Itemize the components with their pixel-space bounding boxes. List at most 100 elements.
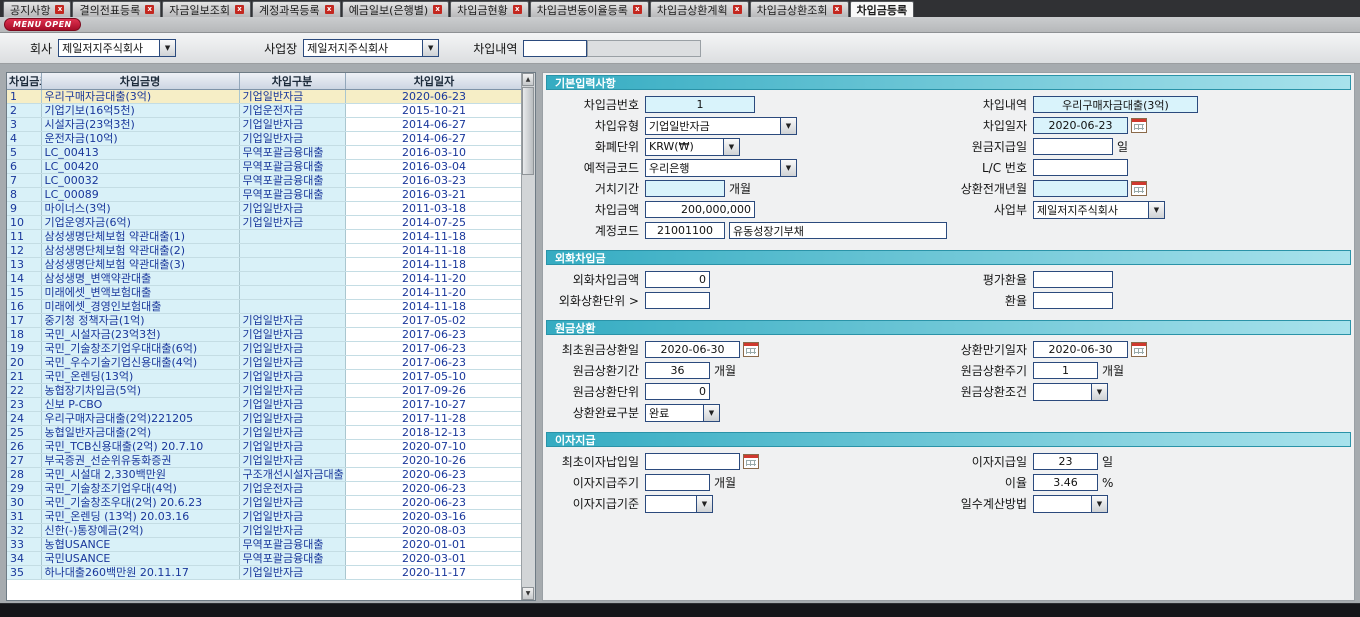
calendar-icon[interactable] bbox=[1131, 342, 1147, 357]
loan-no-field[interactable] bbox=[645, 96, 755, 113]
repay-complete-select[interactable]: 완료▼ bbox=[645, 404, 720, 422]
first-repay-date-field[interactable] bbox=[645, 341, 740, 358]
tab-close-icon[interactable]: x bbox=[633, 5, 642, 14]
chevron-down-icon[interactable]: ▼ bbox=[723, 139, 739, 155]
tab[interactable]: 자금일보조회 x bbox=[162, 1, 251, 17]
plant-select[interactable]: 제일저지주식회사 ▼ bbox=[303, 39, 439, 57]
calendar-icon[interactable] bbox=[1131, 118, 1147, 133]
chevron-down-icon[interactable]: ▼ bbox=[422, 40, 438, 56]
currency-select[interactable]: KRW(₩)▼ bbox=[645, 138, 740, 156]
fx-repay-unit-field[interactable] bbox=[645, 292, 710, 309]
table-row[interactable]: 20 국민_우수기술기업신용대출(4억) 기업일반자금 2017-06-23 bbox=[7, 356, 522, 370]
eval-rate-field[interactable] bbox=[1033, 271, 1113, 288]
account-code-field[interactable] bbox=[645, 222, 725, 239]
table-row[interactable]: 19 국민_기술창조기업우대대출(6억) 기업일반자금 2017-06-23 bbox=[7, 342, 522, 356]
repay-cycle-field[interactable] bbox=[1033, 362, 1098, 379]
maturity-date-field[interactable] bbox=[1033, 341, 1128, 358]
tab[interactable]: 공지사항 x bbox=[3, 1, 71, 17]
exchange-rate-field[interactable] bbox=[1033, 292, 1113, 309]
scroll-up-icon[interactable]: ▲ bbox=[522, 73, 534, 86]
table-row[interactable]: 26 국민_TCB신용대출(2억) 20.7.10 기업일반자금 2020-07… bbox=[7, 440, 522, 454]
table-row[interactable]: 18 국민_시설자금(23억3천) 기업일반자금 2017-06-23 bbox=[7, 328, 522, 342]
table-row[interactable]: 14 삼성생명_변액약관대출 2014-11-20 bbox=[7, 272, 522, 286]
chevron-down-icon[interactable]: ▼ bbox=[696, 496, 712, 512]
grace-period-field[interactable] bbox=[645, 180, 725, 197]
extension-ym-field[interactable] bbox=[1033, 180, 1128, 197]
tab-close-icon[interactable]: x bbox=[145, 5, 154, 14]
menu-open-button[interactable]: MENU OPEN bbox=[4, 18, 81, 31]
tab-close-icon[interactable]: x bbox=[513, 5, 522, 14]
table-row[interactable]: 15 미래에셋_변액보험대출 2014-11-20 bbox=[7, 286, 522, 300]
tab-close-icon[interactable]: x bbox=[55, 5, 64, 14]
repay-unit-field[interactable] bbox=[645, 383, 710, 400]
tab-close-icon[interactable]: x bbox=[833, 5, 842, 14]
table-row[interactable]: 34 국민USANCE 무역포괄금융대출 2020-03-01 bbox=[7, 552, 522, 566]
table-row[interactable]: 30 국민_기술창조우대(2억) 20.6.23 기업일반자금 2020-06-… bbox=[7, 496, 522, 510]
loan-type-select[interactable]: 기업일반자금▼ bbox=[645, 117, 797, 135]
principal-pay-day-field[interactable] bbox=[1033, 138, 1113, 155]
chevron-down-icon[interactable]: ▼ bbox=[1091, 384, 1107, 400]
table-row[interactable]: 10 기업운영자금(6억) 기업일반자금 2014-07-25 bbox=[7, 216, 522, 230]
tab[interactable]: 결의전표등록 x bbox=[72, 1, 161, 17]
tab[interactable]: 예금일보(은행별) x bbox=[342, 1, 449, 17]
calendar-icon[interactable] bbox=[743, 342, 759, 357]
scroll-down-icon[interactable]: ▼ bbox=[522, 587, 534, 600]
table-row[interactable]: 31 국민_온렌딩 (13억) 20.03.16 기업일반자금 2020-03-… bbox=[7, 510, 522, 524]
chevron-down-icon[interactable]: ▼ bbox=[1091, 496, 1107, 512]
repay-period-field[interactable] bbox=[645, 362, 710, 379]
chevron-down-icon[interactable]: ▼ bbox=[703, 405, 719, 421]
tab[interactable]: 차입금변동이율등록 x bbox=[530, 1, 649, 17]
table-row[interactable]: 9 마이너스(3억) 기업일반자금 2011-03-18 bbox=[7, 202, 522, 216]
table-row[interactable]: 6 LC_00420 무역포괄금융대출 2016-03-04 bbox=[7, 160, 522, 174]
table-row[interactable]: 29 국민_기술창조기업우대(4억) 기업운전자금 2020-06-23 bbox=[7, 482, 522, 496]
table-row[interactable]: 3 시설자금(23억3천) 기업일반자금 2014-06-27 bbox=[7, 118, 522, 132]
tab-close-icon[interactable]: x bbox=[325, 5, 334, 14]
calendar-icon[interactable] bbox=[1131, 181, 1147, 196]
table-row[interactable]: 17 중기청 정책자금(1억) 기업일반자금 2017-05-02 bbox=[7, 314, 522, 328]
company-select[interactable]: 제일저지주식회사 ▼ bbox=[58, 39, 176, 57]
table-row[interactable]: 27 부국증권_선순위유동화증권 기업일반자금 2020-10-26 bbox=[7, 454, 522, 468]
table-row[interactable]: 13 삼성생명단체보험 약관대출(3) 2014-11-18 bbox=[7, 258, 522, 272]
table-row[interactable]: 7 LC_00032 무역포괄금융대출 2016-03-23 bbox=[7, 174, 522, 188]
loan-desc-field[interactable] bbox=[1033, 96, 1198, 113]
table-row[interactable]: 1 우리구매자금대출(3억) 기업일반자금 2020-06-23 bbox=[7, 90, 522, 104]
interest-cycle-field[interactable] bbox=[645, 474, 710, 491]
table-row[interactable]: 32 신한(-)통장예금(2억) 기업일반자금 2020-08-03 bbox=[7, 524, 522, 538]
table-row[interactable]: 35 하나대출260백만원 20.11.17 기업일반자금 2020-11-17 bbox=[7, 566, 522, 580]
loan-date-field[interactable] bbox=[1033, 117, 1128, 134]
table-scrollbar[interactable]: ▲ ▼ bbox=[521, 73, 535, 600]
table-row[interactable]: 8 LC_00089 무역포괄금융대출 2016-03-21 bbox=[7, 188, 522, 202]
table-row[interactable]: 25 농협일반자금대출(2억) 기업일반자금 2018-12-13 bbox=[7, 426, 522, 440]
deposit-code-select[interactable]: 우리은행▼ bbox=[645, 159, 797, 177]
chevron-down-icon[interactable]: ▼ bbox=[780, 118, 796, 134]
chevron-down-icon[interactable]: ▼ bbox=[1148, 202, 1164, 218]
table-row[interactable]: 11 삼성생명단체보험 약관대출(1) 2014-11-18 bbox=[7, 230, 522, 244]
interest-pay-day-field[interactable] bbox=[1033, 453, 1098, 470]
tab-close-icon[interactable]: x bbox=[235, 5, 244, 14]
scrollbar-thumb[interactable] bbox=[522, 87, 534, 175]
interest-rate-field[interactable] bbox=[1033, 474, 1098, 491]
table-row[interactable]: 24 우리구매자금대출(2억)221205 기업일반자금 2017-11-28 bbox=[7, 412, 522, 426]
table-row[interactable]: 16 미래에셋_경영인보험대출 2014-11-18 bbox=[7, 300, 522, 314]
table-row[interactable]: 2 기업기보(16억5천) 기업운전자금 2015-10-21 bbox=[7, 104, 522, 118]
daycount-method-select[interactable]: ▼ bbox=[1033, 495, 1108, 513]
loan-desc-search-input[interactable] bbox=[523, 40, 587, 57]
fx-amount-field[interactable] bbox=[645, 271, 710, 288]
interest-basis-select[interactable]: ▼ bbox=[645, 495, 713, 513]
tab[interactable]: 차입금상환조회 x bbox=[750, 1, 849, 17]
table-row[interactable]: 21 국민_온렌딩(13억) 기업일반자금 2017-05-10 bbox=[7, 370, 522, 384]
tab-close-icon[interactable]: x bbox=[433, 5, 442, 14]
table-row[interactable]: 28 국민_시설대 2,330백만원 구조개선시설자금대출 2020-06-23 bbox=[7, 468, 522, 482]
tab[interactable]: 계정과목등록 x bbox=[252, 1, 341, 17]
table-row[interactable]: 5 LC_00413 무역포괄금융대출 2016-03-10 bbox=[7, 146, 522, 160]
table-row[interactable]: 23 신보 P-CBO 기업일반자금 2017-10-27 bbox=[7, 398, 522, 412]
division-select[interactable]: 제일저지주식회사▼ bbox=[1033, 201, 1165, 219]
lc-number-field[interactable] bbox=[1033, 159, 1128, 176]
tab[interactable]: 차입금현황 x bbox=[450, 1, 529, 17]
table-row[interactable]: 12 삼성생명단체보험 약관대출(2) 2014-11-18 bbox=[7, 244, 522, 258]
table-row[interactable]: 22 농협장기차입금(5억) 기업일반자금 2017-09-26 bbox=[7, 384, 522, 398]
tab[interactable]: 차입금상환계획 x bbox=[650, 1, 749, 17]
table-row[interactable]: 4 운전자금(10억) 기업일반자금 2014-06-27 bbox=[7, 132, 522, 146]
table-row[interactable]: 33 농협USANCE 무역포괄금융대출 2020-01-01 bbox=[7, 538, 522, 552]
calendar-icon[interactable] bbox=[743, 454, 759, 469]
